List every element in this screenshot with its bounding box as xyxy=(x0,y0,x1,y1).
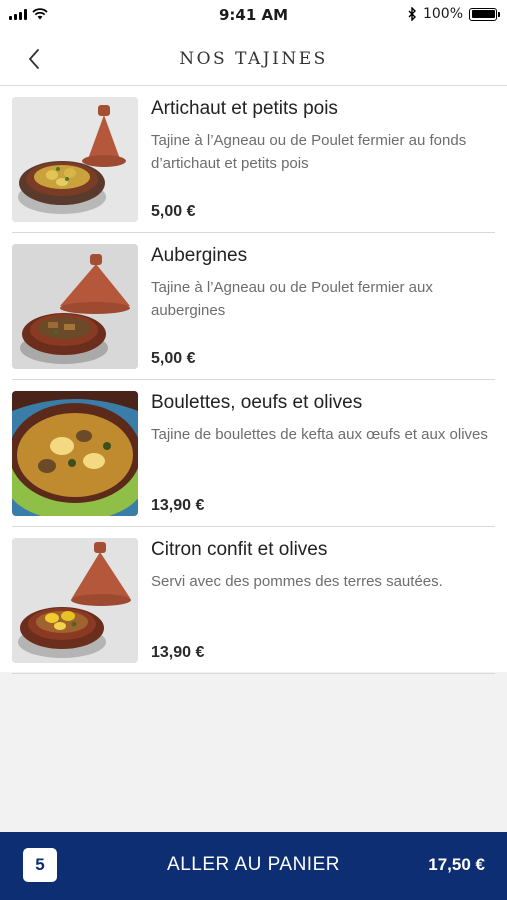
item-description: Tajine à l’Agneau ou de Poulet fermier a… xyxy=(151,279,433,319)
status-bar: 9:41 AM 100% xyxy=(0,0,507,30)
battery-percent: 100% xyxy=(422,6,463,22)
battery-icon xyxy=(469,7,500,21)
item-name: Citron confit et olives xyxy=(151,539,328,560)
item-description: Tajine à l’Agneau ou de Poulet fermier a… xyxy=(151,132,467,172)
menu-list: Artichaut et petits pois Tajine à l’Agne… xyxy=(0,86,507,674)
menu-item[interactable]: Artichaut et petits pois Tajine à l’Agne… xyxy=(0,86,507,233)
nav-bar: NOS TAJINES xyxy=(0,30,507,86)
item-price: 5,00 € xyxy=(151,203,196,220)
item-description: Tajine de boulettes de kefta aux œufs et… xyxy=(151,426,488,443)
go-to-cart-button[interactable]: 5 ALLER AU PANIER 17,50 € xyxy=(0,832,507,900)
tajine-meatballs-photo xyxy=(12,391,138,516)
tajine-lemon-photo xyxy=(12,538,138,663)
item-name: Artichaut et petits pois xyxy=(151,98,338,119)
item-price: 5,00 € xyxy=(151,350,196,367)
item-price: 13,90 € xyxy=(151,644,205,661)
menu-item[interactable]: Boulettes, oeufs et olives Tajine de bou… xyxy=(0,380,507,527)
status-right: 100% xyxy=(408,6,500,22)
cart-total: 17,50 € xyxy=(428,855,485,874)
tajine-eggplant-photo xyxy=(12,244,138,369)
tajine-artichoke-photo xyxy=(12,97,138,222)
item-name: Boulettes, oeufs et olives xyxy=(151,392,363,413)
page-title: NOS TAJINES xyxy=(179,49,328,69)
item-description: Servi avec des pommes des terres sautées… xyxy=(151,573,443,590)
menu-item[interactable]: Citron confit et olives Servi avec des p… xyxy=(0,527,507,674)
menu-item[interactable]: Aubergines Tajine à l’Agneau ou de Poule… xyxy=(0,233,507,380)
divider xyxy=(12,673,495,674)
item-name: Aubergines xyxy=(151,245,248,266)
bluetooth-icon xyxy=(408,7,416,21)
item-price: 13,90 € xyxy=(151,497,205,514)
